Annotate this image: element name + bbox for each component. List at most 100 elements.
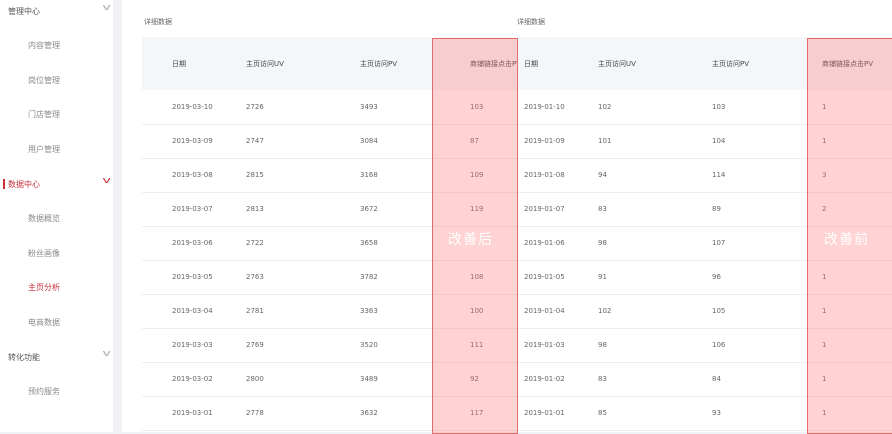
highlight-label: 改善后 — [448, 232, 493, 248]
sidebar-item-label: 内容管理 — [28, 41, 60, 51]
table-cell: 2813 — [246, 205, 264, 213]
table-cell: 2726 — [246, 103, 264, 111]
table-cell: 94 — [598, 171, 607, 179]
table-cell: 84 — [712, 375, 721, 383]
main-panel: 详细数据 日期 主页访问UV 主页访问PV 商铺链接点击PV 2019-03-10 2726… — [122, 0, 892, 434]
sidebar-item-label: 粉丝画像 — [28, 248, 60, 258]
table-cell: 2019-03-03 — [172, 341, 213, 349]
table-cell: 2019-01-08 — [524, 171, 565, 179]
app-root: 管理中心 v 内容管理岗位管理门店管理用户管理数据中心 v 数据概览粉丝画像主页分析电商… — [0, 0, 892, 434]
table-cell: 2019-01-01 — [524, 409, 565, 417]
table-cell: 2019-03-09 — [172, 137, 213, 145]
table-cell: 3084 — [360, 137, 378, 145]
sidebar-item-label: 管理中心 — [8, 6, 40, 16]
table-cell: 2019-03-01 — [172, 409, 213, 417]
table-cell: 2019-03-05 — [172, 273, 213, 281]
sidebar-item-10[interactable]: 转化功能 v — [0, 340, 121, 374]
table-cell: 107 — [712, 239, 726, 247]
sidebar-item-label: 预约服务 — [28, 387, 60, 397]
table-cell: 89 — [712, 205, 721, 213]
column-header[interactable]: 主页访问UV — [598, 59, 636, 69]
table-cell: 2019-03-07 — [172, 205, 213, 213]
table-cell: 3489 — [360, 375, 378, 383]
sidebar: 管理中心 v 内容管理岗位管理门店管理用户管理数据中心 v 数据概览粉丝画像主页分析电商… — [0, 0, 113, 432]
table-cell: 2019-03-04 — [172, 307, 213, 315]
table-cell: 3520 — [360, 341, 378, 349]
table-cell: 3493 — [360, 103, 378, 111]
table-cell: 2019-01-04 — [524, 307, 565, 315]
table-cell: 104 — [712, 137, 726, 145]
active-indicator — [3, 179, 5, 189]
column-header[interactable]: 日期 — [524, 59, 538, 69]
table-cell: 85 — [598, 409, 607, 417]
sidebar-item-2[interactable]: 岗位管理 — [0, 63, 141, 97]
table-cell: 103 — [712, 103, 726, 111]
sidebar-item-label: 主页分析 — [28, 283, 60, 293]
sidebar-item-label: 门店管理 — [28, 110, 60, 120]
sidebar-item-label: 用户管理 — [28, 144, 60, 154]
table-cell: 98 — [598, 341, 607, 349]
sidebar-item-8[interactable]: 主页分析 — [0, 271, 141, 305]
table-cell: 2800 — [246, 375, 264, 383]
table-cell: 102 — [598, 307, 612, 315]
table-cell: 96 — [712, 273, 721, 281]
table-cell: 93 — [712, 409, 721, 417]
table-cell: 3672 — [360, 205, 378, 213]
chevron-down-icon: v — [102, 176, 111, 186]
table-cell: 2769 — [246, 341, 264, 349]
table-cell: 114 — [712, 171, 726, 179]
table-cell: 98 — [598, 239, 607, 247]
table-cell: 2778 — [246, 409, 264, 417]
table-cell: 83 — [598, 205, 607, 213]
column-header[interactable]: 主页访问PV — [712, 59, 749, 69]
column-header[interactable]: 日期 — [172, 59, 186, 69]
table-cell: 2019-01-02 — [524, 375, 565, 383]
table-cell: 2781 — [246, 307, 264, 315]
sidebar-item-11[interactable]: 预约服务 — [0, 375, 141, 409]
table-cell: 2019-01-09 — [524, 137, 565, 145]
sidebar-item-7[interactable]: 粉丝画像 — [0, 236, 141, 270]
table-cell: 3632 — [360, 409, 378, 417]
sidebar-item-label: 电商数据 — [28, 317, 60, 327]
table-cell: 101 — [598, 137, 612, 145]
table-cell: 2019-01-05 — [524, 273, 565, 281]
table-cell: 3168 — [360, 171, 378, 179]
sidebar-item-label: 转化功能 — [8, 352, 40, 362]
sidebar-item-1[interactable]: 内容管理 — [0, 29, 141, 63]
table-cell: 83 — [598, 375, 607, 383]
table-cell: 2763 — [246, 273, 264, 281]
table-cell: 3363 — [360, 307, 378, 315]
table-cell: 2815 — [246, 171, 264, 179]
table-cell: 2019-03-02 — [172, 375, 213, 383]
column-header[interactable]: 主页访问UV — [246, 59, 284, 69]
sidebar-item-3[interactable]: 门店管理 — [0, 98, 141, 132]
table-cell: 2019-03-06 — [172, 239, 213, 247]
table-cell: 3658 — [360, 239, 378, 247]
chevron-down-icon: v — [102, 3, 111, 13]
table-cell: 102 — [598, 103, 612, 111]
table-cell: 105 — [712, 307, 726, 315]
table-cell: 91 — [598, 273, 607, 281]
sidebar-item-5[interactable]: 数据中心 v — [0, 167, 121, 201]
table-cell: 2019-01-03 — [524, 341, 565, 349]
sidebar-item-label: 数据中心 — [8, 179, 40, 189]
table-cell: 2747 — [246, 137, 264, 145]
sidebar-item-9[interactable]: 电商数据 — [0, 305, 141, 339]
sidebar-item-4[interactable]: 用户管理 — [0, 132, 141, 166]
sidebar-item-6[interactable]: 数据概览 — [0, 202, 141, 236]
table-cell: 2722 — [246, 239, 264, 247]
sidebar-item-label: 数据概览 — [28, 214, 60, 224]
table-cell: 106 — [712, 341, 726, 349]
column-header[interactable]: 主页访问PV — [360, 59, 397, 69]
table-cell: 2019-01-07 — [524, 205, 565, 213]
table-cell: 2019-03-08 — [172, 171, 213, 179]
sidebar-item-0[interactable]: 管理中心 v — [0, 0, 121, 28]
table-cell: 2019-03-10 — [172, 103, 213, 111]
section-title: 详细数据 — [517, 18, 545, 26]
sidebar-item-label: 岗位管理 — [28, 75, 60, 85]
section-title: 详细数据 — [144, 18, 172, 26]
table-cell: 2019-01-06 — [524, 239, 565, 247]
chevron-down-icon: v — [102, 349, 111, 359]
table-cell: 3782 — [360, 273, 378, 281]
table-cell: 2019-01-10 — [524, 103, 565, 111]
